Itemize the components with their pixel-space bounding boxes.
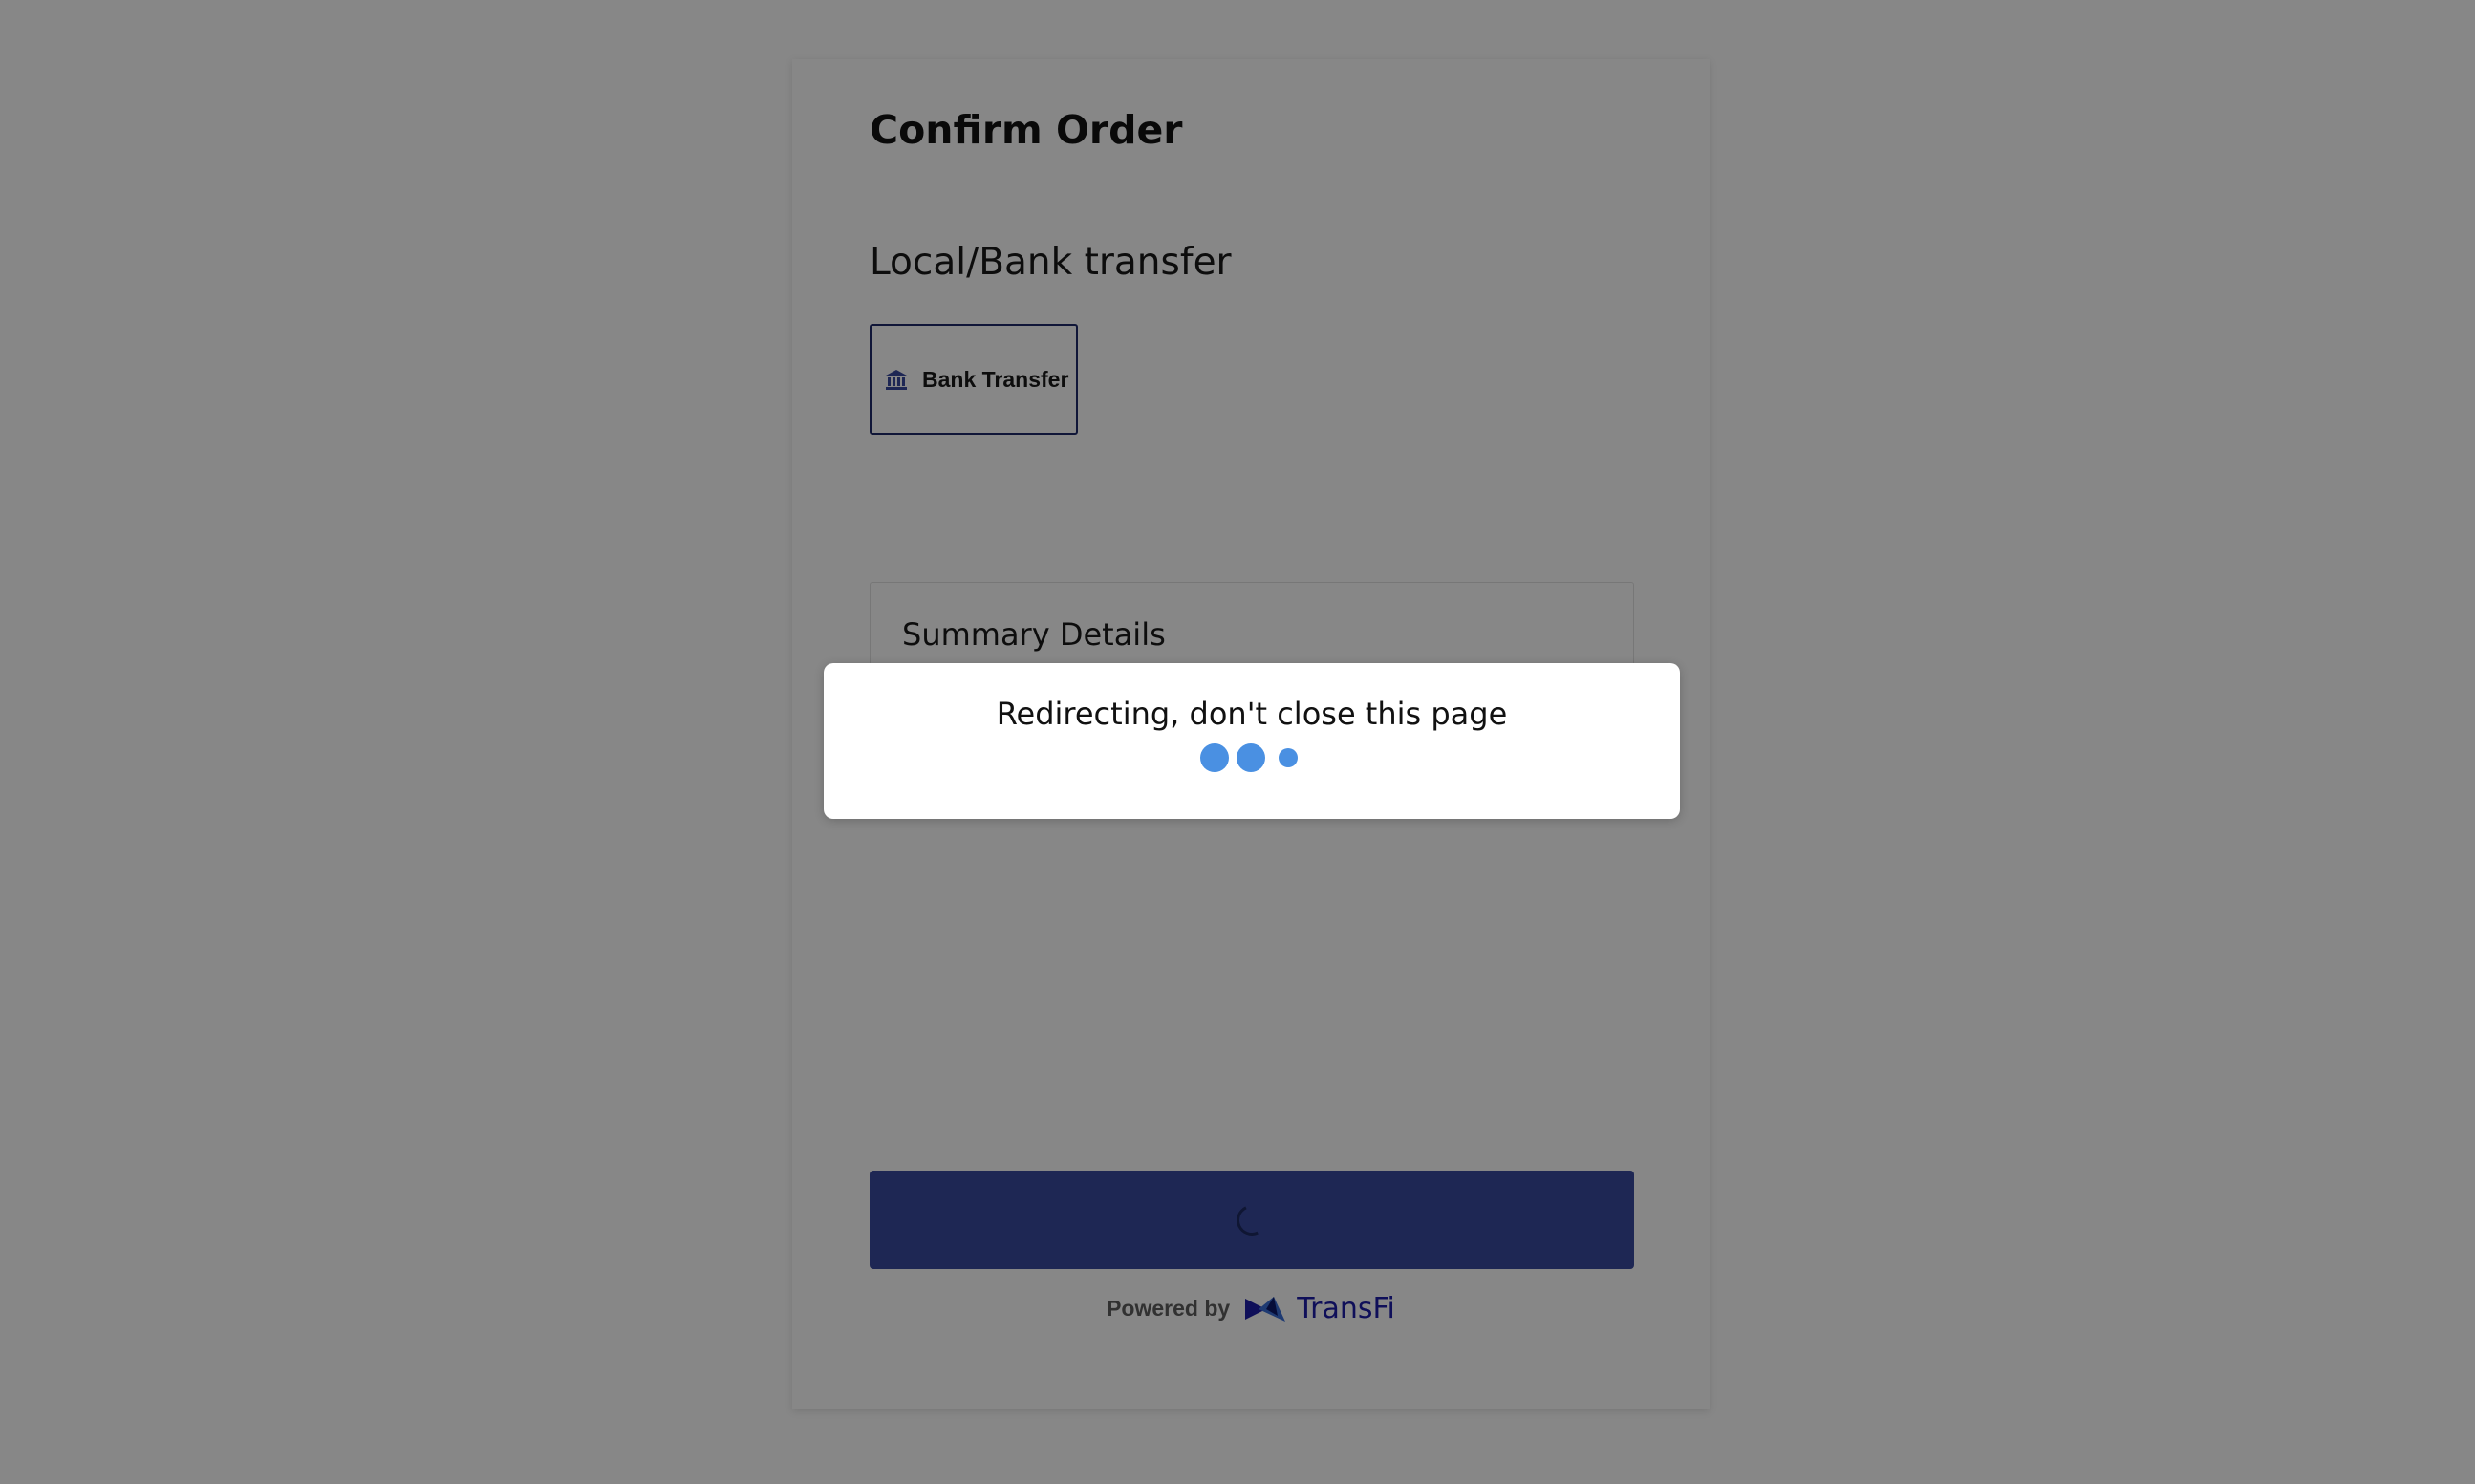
redirect-modal: Redirecting, don't close this page	[824, 663, 1680, 819]
loading-dot	[1237, 743, 1265, 772]
loading-dot	[1279, 748, 1298, 767]
loading-dot	[1200, 743, 1229, 772]
redirect-message: Redirecting, don't close this page	[996, 696, 1508, 732]
